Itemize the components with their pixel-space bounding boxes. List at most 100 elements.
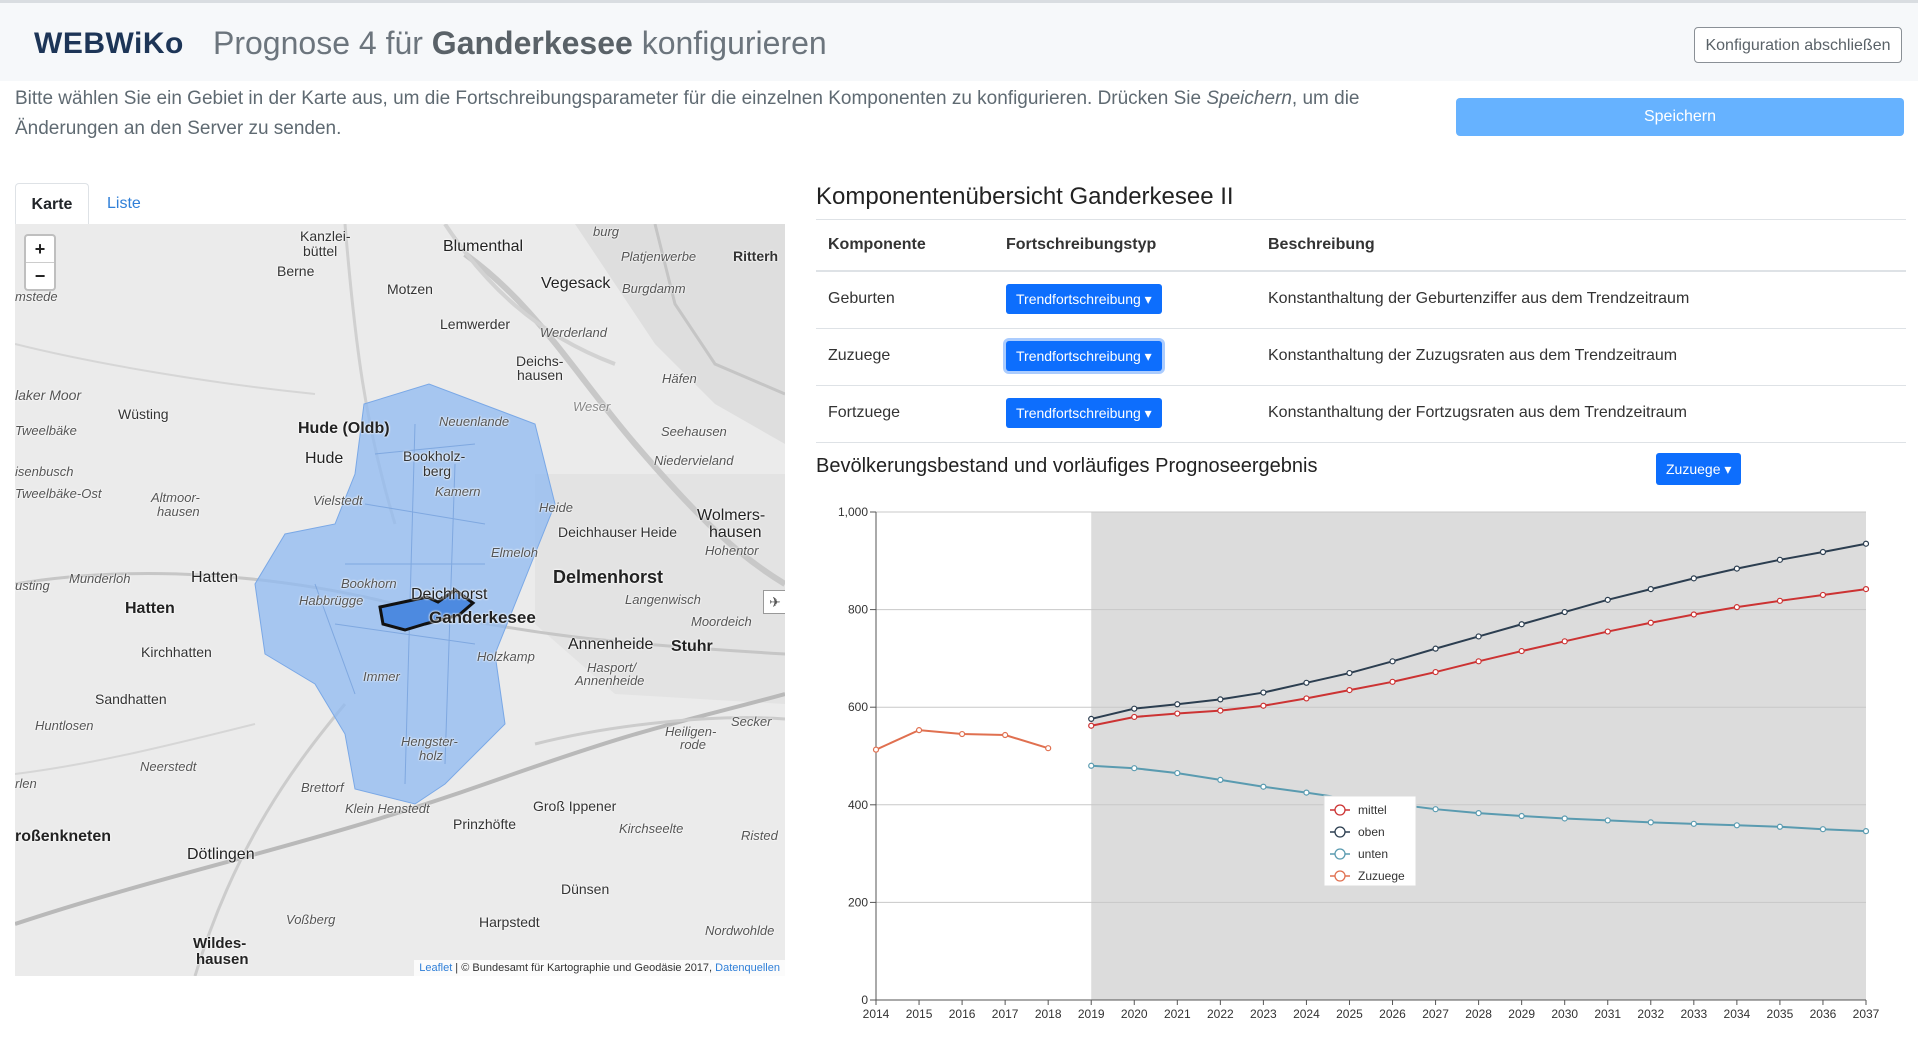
map-label: Vielstedt xyxy=(313,493,363,508)
intro-line1: Bitte wählen Sie ein Gebiet in der Karte… xyxy=(15,88,1207,109)
map-label: Berne xyxy=(277,263,315,279)
map-label: Annenheide xyxy=(568,636,654,653)
y-tick-label: 800 xyxy=(848,603,868,617)
forecast-region xyxy=(1091,512,1866,1000)
data-point xyxy=(1260,783,1267,790)
header-beschreibung: Beschreibung xyxy=(1268,236,1375,253)
map-label: Brettorf xyxy=(301,780,344,795)
x-tick-label: 2022 xyxy=(1207,1007,1234,1021)
data-point xyxy=(1518,647,1525,655)
data-point xyxy=(1776,597,1784,604)
intro-line1-end: , um die xyxy=(1291,88,1360,109)
map-label: Deichhauser Heide xyxy=(558,524,678,540)
map-label: Voßberg xyxy=(286,912,336,927)
map-label: Ritterh xyxy=(733,248,779,264)
legend-label: oben xyxy=(1358,825,1385,839)
leaflet-link[interactable]: Leaflet xyxy=(419,962,452,974)
map-attribution: Leaflet | © Bundesamt für Kartographie u… xyxy=(414,960,785,976)
data-point xyxy=(1131,705,1138,712)
map-label: Holzkamp xyxy=(477,649,535,664)
map-label: Werderland xyxy=(540,325,607,340)
header-fortschreibungstyp: Fortschreibungstyp xyxy=(1006,236,1157,253)
map-label: mstede xyxy=(15,289,58,304)
data-point xyxy=(1862,828,1870,835)
x-tick-label: 2024 xyxy=(1293,1007,1320,1021)
map-view[interactable]: + − Kanzlei- büttel burg Blumenthal Plat… xyxy=(15,224,785,976)
x-tick-label: 2016 xyxy=(949,1007,976,1021)
data-point xyxy=(1475,658,1482,665)
x-tick-label: 2029 xyxy=(1508,1007,1535,1021)
caret-down-icon: ▾ xyxy=(1144,405,1152,421)
map-label: berg xyxy=(423,463,452,479)
map-label: Burgdamm xyxy=(622,281,686,296)
data-point xyxy=(1647,819,1654,826)
finish-configuration-button[interactable]: Konfiguration abschließen xyxy=(1694,27,1902,63)
dropdown-label: Trendfortschreibung xyxy=(1016,405,1141,421)
y-tick-label: 400 xyxy=(848,798,868,812)
x-tick-label: 2025 xyxy=(1336,1007,1363,1021)
x-tick-label: 2034 xyxy=(1724,1007,1751,1021)
data-point xyxy=(915,727,923,734)
data-point xyxy=(1131,713,1138,721)
x-tick-label: 2021 xyxy=(1164,1007,1191,1021)
component-name: Fortzuege xyxy=(828,404,901,421)
data-point xyxy=(1733,565,1740,572)
view-tabs: Karte Liste xyxy=(15,183,785,225)
map-label: Hude xyxy=(305,450,344,467)
data-point xyxy=(1174,710,1181,717)
components-table: Komponente Fortschreibungstyp Beschreibu… xyxy=(816,219,1906,443)
map-label: Moordeich xyxy=(691,614,752,629)
map-label: Wolmers- xyxy=(697,507,766,524)
save-button[interactable]: Speichern xyxy=(1456,98,1904,136)
map-label: Nordwohlde xyxy=(705,923,775,938)
tab-karte[interactable]: Karte xyxy=(15,183,89,225)
zuzuege-type-dropdown[interactable]: Trendfortschreibung ▾ xyxy=(1006,341,1162,371)
page-title-place: Ganderkesee xyxy=(431,25,633,61)
data-point xyxy=(1260,689,1267,696)
map-label: Hatten xyxy=(125,600,175,617)
component-description: Konstanthaltung der Geburtenziffer aus d… xyxy=(1268,290,1690,307)
table-row: Zuzuege Trendfortschreibung ▾ Konstantha… xyxy=(816,329,1906,386)
data-point xyxy=(1862,540,1870,547)
data-point xyxy=(1260,702,1267,709)
map-label: Seehausen xyxy=(661,424,727,439)
data-point xyxy=(1819,826,1827,833)
y-tick-label: 600 xyxy=(848,700,868,714)
population-chart: 0 200 400 600 800 1,000 2014 2015 2016 2017 2018 20… xyxy=(838,505,1880,1021)
tab-liste[interactable]: Liste xyxy=(107,183,141,225)
data-point xyxy=(872,746,880,753)
series-select-dropdown[interactable]: Zuzuege ▾ xyxy=(1656,453,1742,485)
map-label: Munderloh xyxy=(69,571,131,586)
header-bar: WEBWiKo Prognose 4 für Ganderkesee konfi… xyxy=(0,3,1918,81)
geburten-type-dropdown[interactable]: Trendfortschreibung ▾ xyxy=(1006,284,1162,314)
zoom-in-button[interactable]: + xyxy=(26,236,54,262)
brand-logo[interactable]: WEBWiKo xyxy=(34,27,184,61)
data-point xyxy=(1475,633,1482,640)
data-point xyxy=(1561,638,1568,645)
x-tick-label: 2030 xyxy=(1551,1007,1578,1021)
table-header-row: Komponente Fortschreibungstyp Beschreibu… xyxy=(816,220,1906,272)
fortzuege-type-dropdown[interactable]: Trendfortschreibung ▾ xyxy=(1006,398,1162,428)
map-label: Tweelbäke xyxy=(15,423,77,438)
component-description: Konstanthaltung der Zuzugsraten aus dem … xyxy=(1268,347,1678,364)
data-point xyxy=(1690,575,1697,582)
map-label: Tweelbäke-Ost xyxy=(15,486,102,501)
attribution-text: | © Bundesamt für Kartographie und Geodä… xyxy=(452,962,716,974)
y-tick-label: 0 xyxy=(861,993,868,1007)
map-label: Neuenlande xyxy=(439,414,510,429)
map-label: Secker xyxy=(731,714,772,729)
page-title-suffix: konfigurieren xyxy=(641,25,827,61)
x-tick-label: 2033 xyxy=(1680,1007,1707,1021)
map-label: Sandhatten xyxy=(95,691,167,707)
map-label: Klein Henstedt xyxy=(345,801,430,816)
data-point xyxy=(1389,678,1396,685)
x-tick-label: 2036 xyxy=(1810,1007,1837,1021)
datenquellen-link[interactable]: Datenquellen xyxy=(715,962,780,974)
map-label: Wüsting xyxy=(118,406,169,422)
map-label: Deichhorst xyxy=(411,586,488,603)
data-point xyxy=(1604,628,1611,635)
zoom-out-button[interactable]: − xyxy=(26,262,54,289)
map-label: hausen xyxy=(157,504,200,519)
legend-label: mittel xyxy=(1358,803,1387,817)
map-label: Häfen xyxy=(662,371,697,386)
